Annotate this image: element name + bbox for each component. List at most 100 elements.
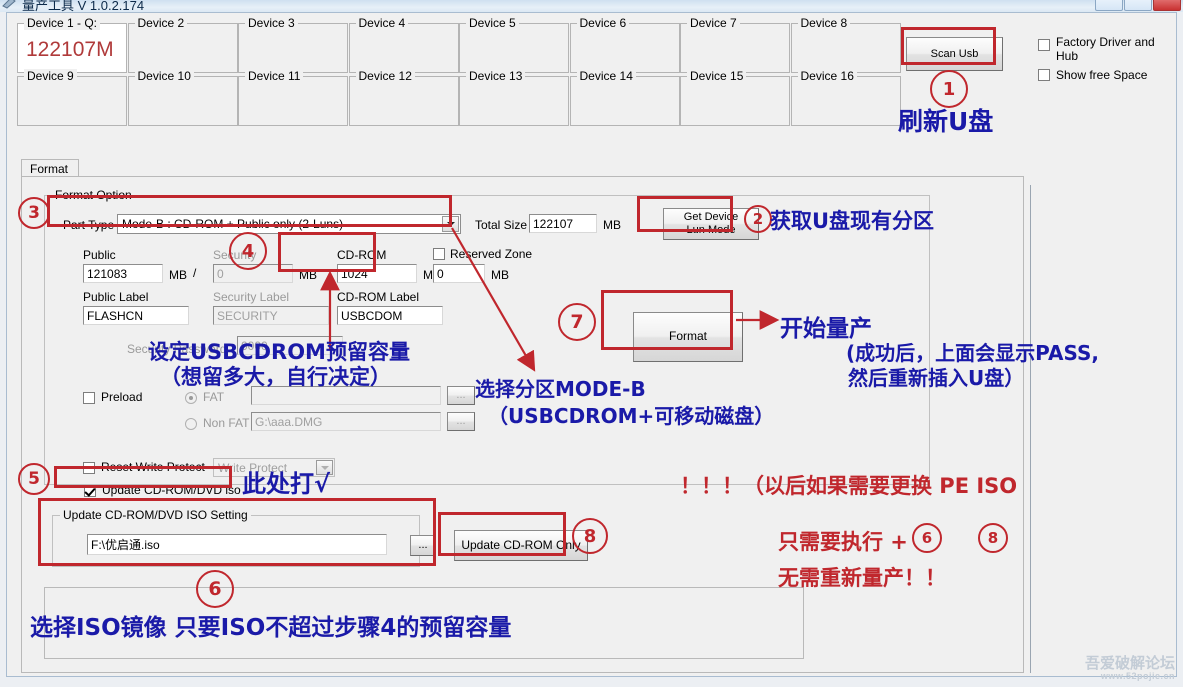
device-box-3[interactable]: Device 3 [238,16,348,73]
factory-driver-checkbox[interactable] [1038,39,1050,51]
step-number-5: 5 [18,463,50,495]
device-box-label-15: Device 15 [687,69,747,83]
window-controls[interactable] [1095,0,1181,11]
cdrom-label-value: USBCDOM [341,308,403,323]
annotation-mode-b-2: （USBCDROM+可移动磁盘） [488,404,775,428]
device-box-5[interactable]: Device 5 [459,16,569,73]
reset-write-protect-label: Reset Write Protect [101,460,205,474]
tab-format[interactable]: Format [21,159,80,177]
device-box-1[interactable]: Device 1 - Q: 122107M [17,16,127,73]
reserved-zone-unit: MB [491,268,509,282]
chevron-down-icon[interactable] [442,216,459,232]
fat-radio [185,392,197,404]
cdrom-size-value: 1024 [341,266,368,281]
preload-checkbox[interactable] [83,392,95,404]
device-box-label-9: Device 9 [24,69,77,83]
public-size-value: 121083 [87,266,128,281]
minimize-button[interactable] [1095,0,1123,11]
device-box-11[interactable]: Device 11 [238,69,348,126]
non-fat-browse-button: ... [447,412,475,431]
reset-write-protect-checkbox[interactable] [83,462,95,474]
reserved-zone-checkbox[interactable] [433,248,445,260]
device-box-label-4: Device 4 [355,16,409,30]
annotation-select-iso: 选择ISO镜像 只要ISO不超过步骤4的预留容量 [30,615,512,641]
device-box-12[interactable]: Device 12 [348,69,459,126]
maximize-button[interactable] [1124,0,1152,11]
device-box-4[interactable]: Device 4 [348,16,459,73]
device-box-label-10: Device 10 [134,69,194,83]
non-fat-radio [185,418,197,430]
device-box-label-11: Device 11 [245,69,304,83]
show-free-space-checkbox[interactable] [1038,69,1050,81]
total-size-field[interactable]: 122107 [529,214,597,233]
public-label: Public [83,248,116,262]
step-number-6: 6 [196,570,234,608]
device-box-label-8: Device 8 [797,16,851,30]
device-box-10[interactable]: Device 10 [127,69,238,126]
device-box-2[interactable]: Device 2 [127,16,238,73]
device-box-label-6: Device 6 [576,16,630,30]
device-box-label-1: Device 1 - Q: [24,16,101,30]
device-box-label-2: Device 2 [134,16,188,30]
step-number-8: 8 [572,518,608,554]
device-box-13[interactable]: Device 13 [459,69,569,126]
factory-driver-text: Factory Driver and Hub [1056,35,1155,64]
annotation-inline-step-6: 6 [912,523,942,553]
total-size-unit: MB [603,218,621,232]
part-type-value: Mode-B : CD-ROM + Public only (2-Luns) [122,217,344,231]
annotation-pe-iso-warning: ！！！（以后如果需要更换 PE ISO [680,474,1018,498]
preload-label: Preload [101,390,143,404]
total-size-value: 122107 [533,216,574,231]
iso-browse-button[interactable]: ... [410,535,436,556]
iso-path-value: F:\优启通.iso [91,538,160,552]
device-box-label-5: Device 5 [466,16,519,30]
step-number-2: 2 [744,205,772,233]
format-button[interactable]: Format [633,312,743,362]
device-box-8[interactable]: Device 8 [790,16,901,73]
device-box-16[interactable]: Device 16 [790,69,901,126]
non-fat-label: Non FAT [203,416,250,430]
update-cdrom-dvd-iso-label: Update CD-ROM/DVD iso [102,483,241,497]
security-label-caption: Security Label [213,290,290,304]
reserved-zone-field[interactable]: 0 [433,264,485,283]
panel-divider [1030,185,1031,673]
device-box-label-14: Device 14 [576,69,636,83]
cdrom-size-field[interactable]: 1024 [337,264,417,283]
update-cdrom-only-button[interactable]: Update CD-ROM Only [454,530,588,561]
watermark-line-2: www.52pojie.cn [1100,670,1175,681]
security-label-value: SECURITY [217,308,278,323]
device-box-label-7: Device 7 [687,16,740,30]
annotation-cdrom-capacity-2: （想留多大，自行决定） [160,365,391,389]
annotation-check-here: 此处打√ [242,470,331,498]
get-device-lun-mode-line1: Get Device [683,211,739,224]
annotation-only-steps: 只需要执行 + [778,530,908,554]
format-option-group-label: Format Option [52,188,135,202]
public-label-value: FLASHCN [87,308,144,323]
device-box-6[interactable]: Device 6 [569,16,680,73]
fat-label: FAT [203,390,225,404]
device-capacity-value-1: 122107M [26,38,114,61]
tab-strip: Format [21,159,1024,177]
iso-path-field[interactable]: F:\优启通.iso [87,534,387,555]
public-size-field[interactable]: 121083 [83,264,163,283]
device-box-14[interactable]: Device 14 [569,69,680,126]
device-box-9[interactable]: Device 9 [17,69,127,126]
device-box-label-16: Device 16 [797,69,857,83]
reserved-zone-value: 0 [437,266,444,281]
part-type-combo[interactable]: Mode-B : CD-ROM + Public only (2-Luns) [117,214,461,234]
annotation-start-production-3: 然后重新插入U盘） [848,366,1025,390]
public-label-caption: Public Label [83,290,149,304]
step-number-7: 7 [558,303,596,341]
public-label-field[interactable]: FLASHCN [83,306,189,325]
close-button[interactable] [1153,0,1181,11]
annotation-mode-b-1: 选择分区MODE-B [475,377,646,401]
step-number-3: 3 [18,197,50,229]
update-cdrom-dvd-iso-checkbox[interactable] [84,485,96,497]
scan-usb-button[interactable]: Scan Usb [906,37,1003,71]
public-size-unit: MB [169,268,187,282]
device-box-15[interactable]: Device 15 [680,69,790,126]
device-box-7[interactable]: Device 7 [680,16,790,73]
cdrom-label-field[interactable]: USBCDOM [337,306,443,325]
cdrom-label-caption: CD-ROM Label [337,290,420,304]
window-title-bar: 量产工具 V 1.0.2.174 [0,0,1183,12]
